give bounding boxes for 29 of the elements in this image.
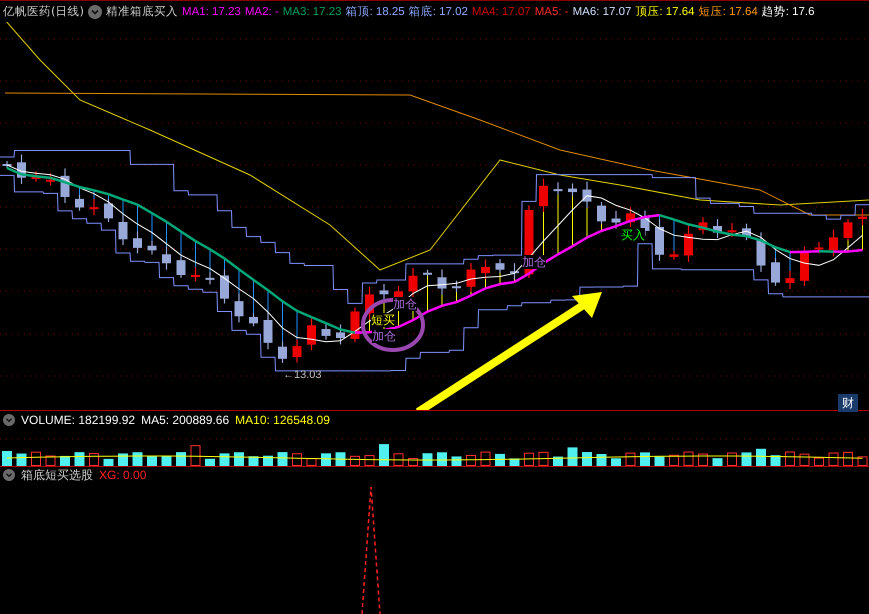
signal-label: 加仓 [372,329,396,343]
stock-title: 亿帆医药(日线) [3,4,84,19]
circle-annotation [361,298,425,352]
signal-label: 加仓 [522,255,546,269]
dropdown-icon[interactable] [88,4,102,18]
volume-value: VOLUME: 182199.92 [21,412,136,426]
indicator-value: MA3: 17.23 [282,6,342,18]
indicator-value: 趋势: 17.6 [762,4,815,19]
volume-value: MA10: 126548.09 [235,412,330,426]
indicator-value: MA1: 17.23 [182,6,241,18]
indicator-title: 箱底短买选股 [21,466,93,484]
low-price-label: ←13.03 [283,369,322,381]
indicator-name: 精准箱底买入 [106,4,178,19]
dropdown-icon[interactable] [3,469,15,481]
indicator-value: MA4: 17.07 [472,6,531,18]
indicator-value: XG: 0.00 [99,468,146,482]
indicator-value: 箱底: 17.02 [408,4,468,19]
indicator-value: 短压: 17.64 [698,4,758,19]
volume-value: MA5: 200889.66 [141,412,230,426]
indicator-value: MA5: - [534,6,569,18]
dropdown-icon[interactable] [3,414,15,426]
indicator-value: MA2: - [244,6,279,18]
indicator-value: 箱顶: 18.25 [346,5,405,19]
signal-label: 买入 [621,228,645,242]
indicator-value: MA6: 17.07 [572,6,632,18]
signal-label: 短买 [371,313,395,327]
indicator-value: 顶压: 17.64 [635,5,695,19]
signal-label: 加仓 [393,297,417,311]
finance-button[interactable]: 财 [838,394,858,412]
